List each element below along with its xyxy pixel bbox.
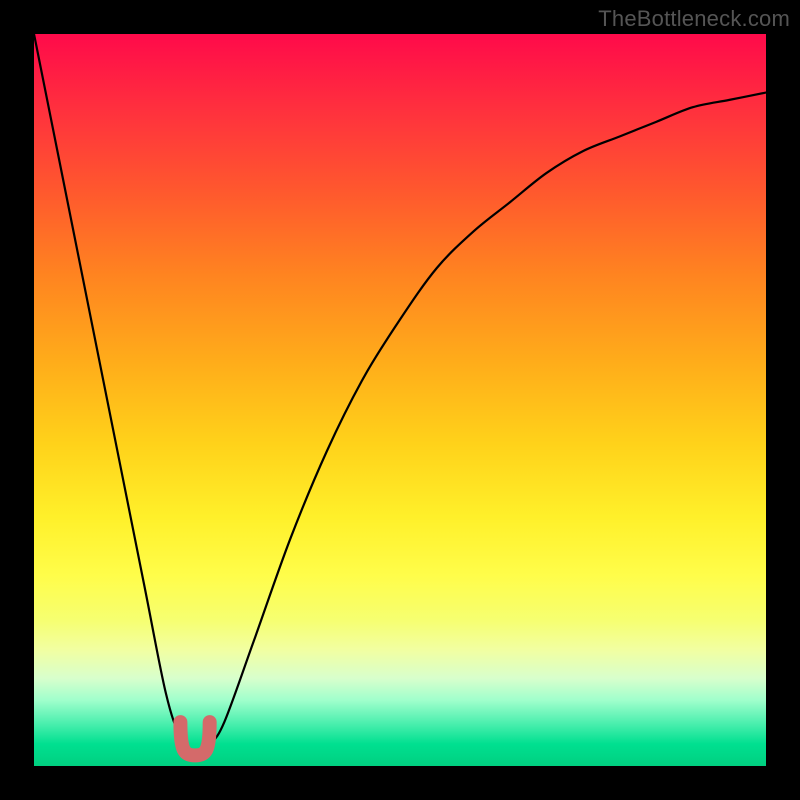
valley-marker — [180, 722, 209, 755]
bottleneck-curve — [34, 34, 766, 752]
chart-area — [34, 34, 766, 766]
chart-svg — [34, 34, 766, 766]
watermark-text: TheBottleneck.com — [598, 6, 790, 32]
